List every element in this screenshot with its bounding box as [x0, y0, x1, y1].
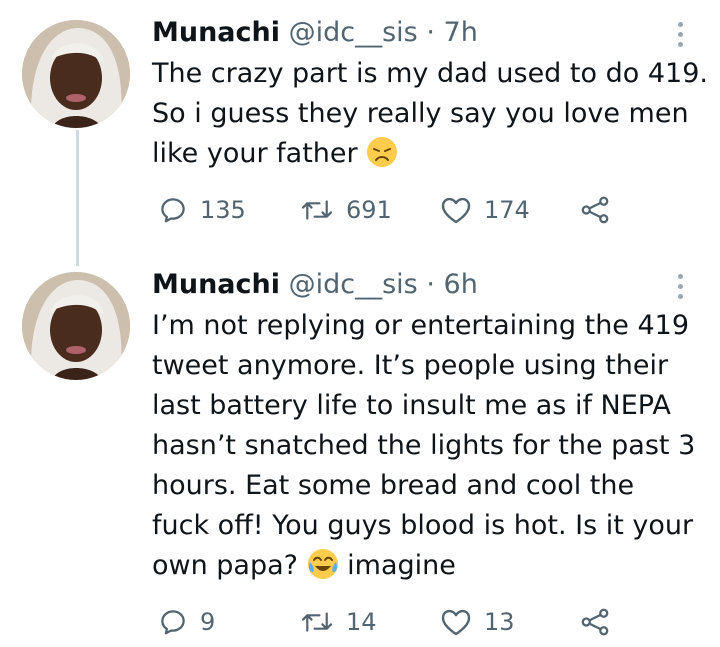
like-count: 13: [484, 608, 515, 636]
separator-dot: ·: [426, 17, 435, 48]
tweet-header: Munachi @idc__sis · 7h: [152, 14, 478, 52]
share-icon: [581, 608, 609, 636]
tweet-text: The crazy part is my dad used to do 419.…: [152, 54, 712, 174]
retweet-button[interactable]: 14: [300, 602, 377, 642]
tweet-text: I’m not replying or entertaining the 419…: [152, 306, 712, 586]
tweet-text-tail: imagine: [338, 550, 456, 581]
reply-button[interactable]: 9: [158, 602, 215, 642]
like-count: 174: [484, 196, 530, 224]
reply-button[interactable]: 135: [158, 190, 246, 230]
disappointed-face-icon: [367, 137, 398, 167]
display-name[interactable]: Munachi: [152, 269, 280, 300]
timestamp[interactable]: 7h: [444, 17, 478, 48]
heart-icon: [441, 609, 471, 636]
reply-icon: [161, 198, 185, 223]
avatar[interactable]: [22, 272, 130, 380]
separator-dot: ·: [426, 269, 435, 300]
tweet-text-body: I’m not replying or entertaining the 419…: [152, 310, 696, 581]
more-options-icon[interactable]: [668, 16, 692, 52]
share-icon: [581, 196, 609, 224]
user-handle[interactable]: @idc__sis: [289, 269, 418, 300]
avatar[interactable]: [22, 20, 130, 128]
display-name[interactable]: Munachi: [152, 17, 280, 48]
retweet-icon: [301, 612, 333, 632]
tweet-text-body: The crazy part is my dad used to do 419.…: [152, 58, 708, 169]
like-button[interactable]: 13: [440, 602, 515, 642]
reply-icon: [161, 610, 185, 635]
reply-count: 135: [200, 196, 246, 224]
more-options-icon[interactable]: [668, 268, 692, 304]
timestamp[interactable]: 6h: [444, 269, 478, 300]
share-button[interactable]: [580, 190, 610, 230]
user-handle[interactable]: @idc__sis: [289, 17, 418, 48]
share-button[interactable]: [580, 602, 610, 642]
retweet-count: 691: [346, 196, 392, 224]
tears-of-joy-face-icon: [307, 549, 338, 579]
tweet-header: Munachi @idc__sis · 6h: [152, 266, 478, 304]
thread-connector-line: [76, 130, 79, 266]
reply-count: 9: [200, 608, 216, 636]
retweet-icon: [301, 200, 333, 220]
heart-icon: [441, 197, 471, 224]
retweet-button[interactable]: 691: [300, 190, 392, 230]
like-button[interactable]: 174: [440, 190, 530, 230]
retweet-count: 14: [346, 608, 377, 636]
